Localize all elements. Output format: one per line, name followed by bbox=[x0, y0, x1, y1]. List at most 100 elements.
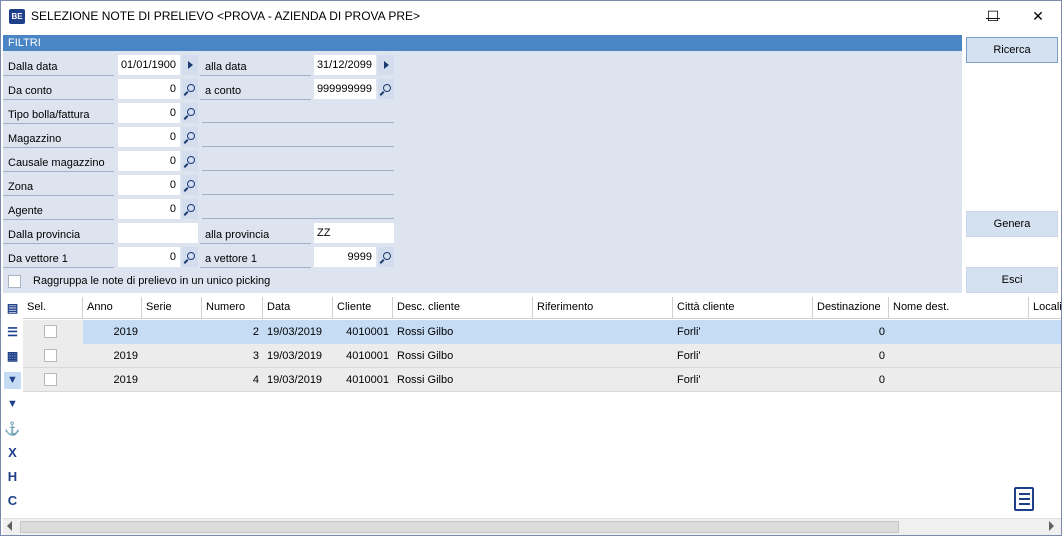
cell-destinazione: 0 bbox=[878, 326, 885, 338]
list-view-icon[interactable]: ☰ bbox=[4, 324, 21, 341]
search-icon bbox=[383, 252, 391, 260]
dalla-data-label: Dalla data bbox=[3, 56, 114, 76]
zona-label: Zona bbox=[3, 176, 114, 196]
col-localita[interactable]: Località bbox=[1029, 297, 1061, 319]
col-desc-cliente[interactable]: Desc. cliente bbox=[393, 297, 533, 319]
table-row[interactable]: 2019 3 19/03/2019 4010001 Rossi Gilbo Fo… bbox=[23, 344, 1061, 368]
dalla-provincia-input[interactable] bbox=[118, 223, 198, 243]
magazzino-search-button[interactable] bbox=[182, 127, 198, 147]
cell-localita bbox=[1029, 344, 1061, 368]
col-cliente[interactable]: Cliente bbox=[333, 297, 393, 319]
da-vettore-search-button[interactable] bbox=[182, 247, 198, 267]
ricerca-button[interactable]: Ricerca bbox=[966, 37, 1058, 63]
alla-data-arrow-button[interactable] bbox=[378, 55, 394, 75]
search-icon bbox=[187, 204, 195, 212]
action-panel: Ricerca Genera Esci bbox=[963, 35, 1061, 293]
anchor-icon[interactable]: ⚓ bbox=[4, 420, 21, 437]
row-select-checkbox[interactable] bbox=[44, 325, 57, 338]
magazzino-label: Magazzino bbox=[3, 128, 114, 148]
causale-input[interactable]: 0 bbox=[118, 151, 180, 171]
notes-grid: Sel. Anno Serie Numero Data Cliente Desc… bbox=[23, 297, 1061, 517]
cell-numero: 4 bbox=[252, 374, 259, 386]
table-view-icon[interactable]: ▦ bbox=[4, 348, 21, 365]
raggruppa-checkbox[interactable] bbox=[8, 275, 21, 288]
search-icon bbox=[187, 180, 195, 188]
cell-data: 19/03/2019 bbox=[267, 350, 323, 362]
cell-nome-dest bbox=[889, 344, 1029, 368]
list-details-icon[interactable] bbox=[1014, 487, 1034, 511]
col-sel[interactable]: Sel. bbox=[23, 297, 83, 319]
tipo-bolla-input[interactable]: 0 bbox=[118, 103, 180, 123]
grid-view-icon[interactable]: ▤ bbox=[4, 300, 21, 317]
a-conto-input[interactable]: 999999999 bbox=[314, 79, 376, 99]
genera-button[interactable]: Genera bbox=[966, 211, 1058, 237]
cell-destinazione: 0 bbox=[878, 350, 885, 362]
cell-riferimento bbox=[533, 368, 673, 392]
zona-input[interactable]: 0 bbox=[118, 175, 180, 195]
agente-input[interactable]: 0 bbox=[118, 199, 180, 219]
scrollbar-thumb[interactable] bbox=[20, 521, 899, 533]
da-conto-input[interactable]: 0 bbox=[118, 79, 180, 99]
cell-anno: 2019 bbox=[113, 374, 138, 386]
maximize-button[interactable]: ☐ bbox=[970, 1, 1016, 32]
app-logo-icon: BE bbox=[9, 9, 25, 24]
search-icon bbox=[187, 156, 195, 164]
magazzino-input[interactable]: 0 bbox=[118, 127, 180, 147]
row-select-checkbox[interactable] bbox=[44, 349, 57, 362]
agente-description bbox=[202, 199, 394, 219]
a-conto-search-button[interactable] bbox=[378, 79, 394, 99]
causale-search-button[interactable] bbox=[182, 151, 198, 171]
cell-citta: Forli' bbox=[677, 326, 701, 338]
causale-label: Causale magazzino bbox=[3, 152, 114, 172]
title-bar: BE SELEZIONE NOTE DI PRELIEVO <PROVA - A… bbox=[1, 1, 1061, 32]
horizontal-scrollbar[interactable] bbox=[3, 518, 1061, 535]
cell-anno: 2019 bbox=[113, 326, 138, 338]
alla-data-input[interactable]: 31/12/2099 bbox=[314, 55, 376, 75]
column-h-icon[interactable]: H bbox=[4, 468, 21, 485]
search-icon bbox=[187, 132, 195, 140]
row-select-checkbox[interactable] bbox=[44, 373, 57, 386]
cell-data: 19/03/2019 bbox=[267, 326, 323, 338]
col-numero[interactable]: Numero bbox=[202, 297, 263, 319]
col-citta-cliente[interactable]: Città cliente bbox=[673, 297, 813, 319]
col-anno[interactable]: Anno bbox=[83, 297, 142, 319]
cell-serie bbox=[142, 320, 202, 344]
col-riferimento[interactable]: Riferimento bbox=[533, 297, 673, 319]
column-x-icon[interactable]: X bbox=[4, 444, 21, 461]
cell-numero: 3 bbox=[252, 350, 259, 362]
scroll-right-icon[interactable] bbox=[1049, 521, 1054, 531]
da-conto-search-button[interactable] bbox=[182, 79, 198, 99]
scroll-left-icon[interactable] bbox=[7, 521, 12, 531]
dalla-data-arrow-button[interactable] bbox=[182, 55, 198, 75]
filter-icon[interactable]: ▼ bbox=[4, 372, 21, 389]
main-window: BE SELEZIONE NOTE DI PRELIEVO <PROVA - A… bbox=[0, 0, 1062, 536]
table-row[interactable]: 2019 2 19/03/2019 4010001 Rossi Gilbo Fo… bbox=[23, 320, 1061, 344]
cell-cliente: 4010001 bbox=[346, 374, 389, 386]
da-vettore-input[interactable]: 0 bbox=[118, 247, 180, 267]
a-vettore-input[interactable]: 9999 bbox=[314, 247, 376, 267]
cell-destinazione: 0 bbox=[878, 374, 885, 386]
cell-localita bbox=[1029, 368, 1061, 392]
alla-provincia-input[interactable]: ZZ bbox=[314, 223, 394, 243]
a-vettore-search-button[interactable] bbox=[378, 247, 394, 267]
dalla-data-input[interactable]: 01/01/1900 bbox=[118, 55, 180, 75]
search-icon bbox=[383, 84, 391, 92]
filter-clear-icon[interactable]: ▼ bbox=[4, 396, 21, 413]
close-button[interactable]: ✕ bbox=[1015, 1, 1061, 32]
col-nome-dest[interactable]: Nome dest. bbox=[889, 297, 1029, 319]
dalla-provincia-label: Dalla provincia bbox=[3, 224, 114, 244]
filter-panel: FILTRI Dalla data 01/01/1900 alla data 3… bbox=[3, 35, 962, 293]
esci-button[interactable]: Esci bbox=[966, 267, 1058, 293]
agente-search-button[interactable] bbox=[182, 199, 198, 219]
col-data[interactable]: Data bbox=[263, 297, 333, 319]
tipo-bolla-label: Tipo bolla/fattura bbox=[3, 104, 114, 124]
col-serie[interactable]: Serie bbox=[142, 297, 202, 319]
tipo-bolla-search-button[interactable] bbox=[182, 103, 198, 123]
zona-search-button[interactable] bbox=[182, 175, 198, 195]
col-destinazione[interactable]: Destinazione bbox=[813, 297, 889, 319]
cell-cliente: 4010001 bbox=[346, 326, 389, 338]
table-row[interactable]: 2019 4 19/03/2019 4010001 Rossi Gilbo Fo… bbox=[23, 368, 1061, 392]
cell-riferimento bbox=[533, 344, 673, 368]
zona-description bbox=[202, 175, 394, 195]
column-c-icon[interactable]: C bbox=[4, 492, 21, 509]
